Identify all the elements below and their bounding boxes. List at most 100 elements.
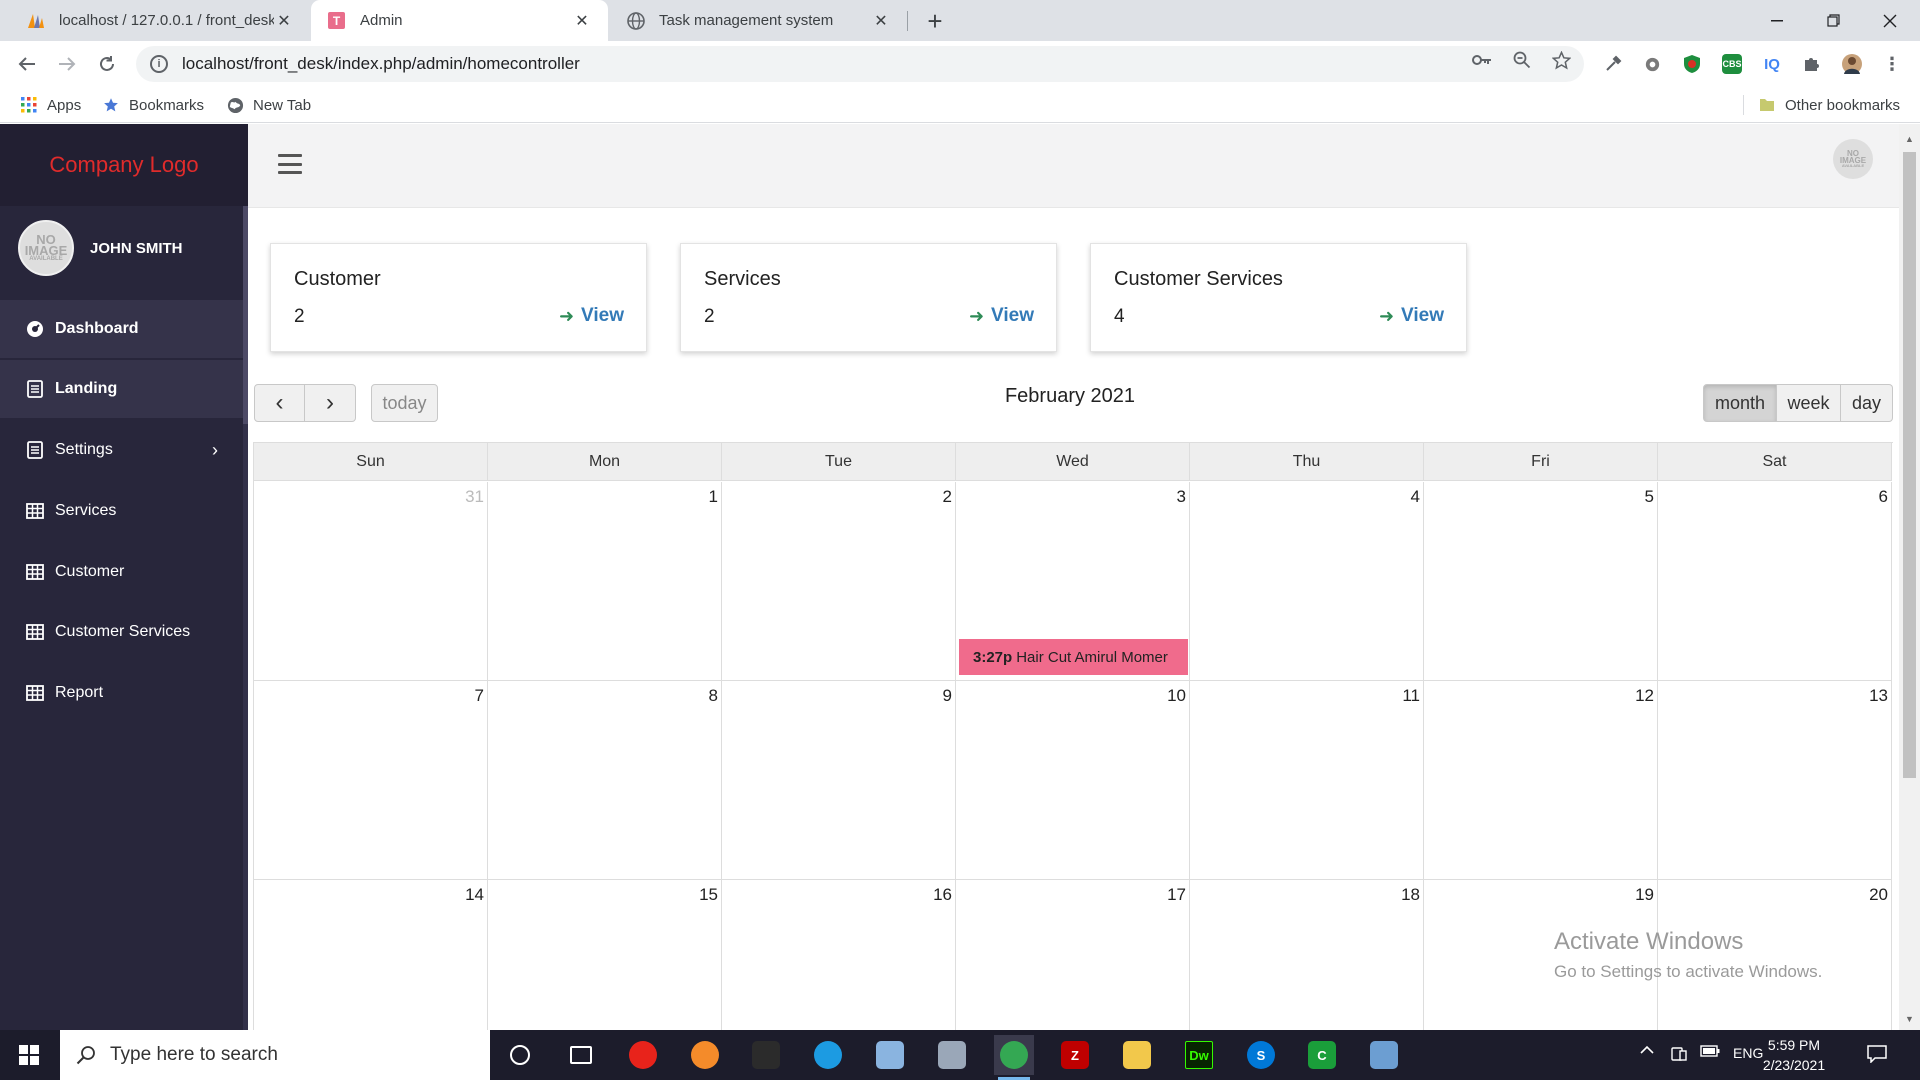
tab-close-icon[interactable]: ✕ bbox=[274, 11, 294, 31]
scroll-up-icon[interactable]: ▲ bbox=[1903, 132, 1916, 146]
tab-close-icon[interactable]: ✕ bbox=[572, 11, 592, 31]
sidebar-item-customer[interactable]: Customer bbox=[0, 543, 248, 601]
calendar-prev-button[interactable]: ‹ bbox=[254, 384, 305, 422]
sidebar-item-dashboard[interactable]: Dashboard bbox=[0, 300, 248, 358]
cbs-extension-icon[interactable]: CBS bbox=[1722, 54, 1742, 74]
key-icon[interactable] bbox=[1472, 50, 1492, 70]
calendar-title: February 2021 bbox=[1004, 385, 1136, 407]
calendar-day-cell[interactable]: 17 bbox=[956, 880, 1190, 1030]
page-scrollbar-thumb[interactable] bbox=[1903, 152, 1916, 778]
calendar-day-cell[interactable]: 2 bbox=[722, 482, 956, 681]
tab-task-management[interactable]: Task management system ✕ bbox=[610, 0, 907, 41]
profile-avatar-icon[interactable] bbox=[1842, 54, 1862, 74]
taskbar-search-box[interactable]: Type here to search bbox=[60, 1030, 490, 1080]
calendar-day-cell[interactable]: 16 bbox=[722, 880, 956, 1030]
restore-button[interactable] bbox=[1805, 0, 1861, 41]
scroll-down-icon[interactable]: ▼ bbox=[1903, 1012, 1916, 1026]
sidebar-item-settings[interactable]: Settings › bbox=[0, 421, 248, 479]
calendar-day-cell[interactable]: 31 bbox=[254, 482, 488, 681]
hamburger-menu-icon[interactable] bbox=[278, 154, 302, 174]
calendar-day-cell[interactable]: 7 bbox=[254, 681, 488, 880]
network-icon[interactable] bbox=[1670, 1045, 1688, 1063]
globe-icon bbox=[226, 96, 244, 114]
shield-extension-icon[interactable] bbox=[1682, 54, 1702, 74]
battery-icon[interactable] bbox=[1700, 1045, 1720, 1057]
taskbar-app[interactable] bbox=[994, 1035, 1034, 1080]
site-info-icon[interactable]: i bbox=[150, 55, 168, 73]
calendar-day-cell[interactable]: 5 bbox=[1424, 482, 1658, 681]
notifications-icon[interactable] bbox=[1867, 1045, 1887, 1063]
sidebar-item-report[interactable]: Report bbox=[0, 664, 248, 722]
taskbar-app[interactable] bbox=[500, 1035, 540, 1075]
extensions-puzzle-icon[interactable] bbox=[1802, 54, 1822, 74]
clock-time: 5:59 PM bbox=[1767, 1037, 1821, 1053]
bookmark-star-icon[interactable] bbox=[1551, 50, 1571, 70]
grid-icon bbox=[26, 563, 44, 581]
bookmark-other-bookmarks[interactable]: Other bookmarks bbox=[1758, 95, 1900, 115]
calendar-day-cell[interactable]: 14 bbox=[254, 880, 488, 1030]
sidebar-item-landing[interactable]: Landing bbox=[0, 360, 248, 418]
calendar-day-cell[interactable]: 9 bbox=[722, 681, 956, 880]
calendar-day-header: Mon bbox=[488, 443, 722, 481]
taskbar-app[interactable] bbox=[1117, 1035, 1157, 1075]
zoom-out-icon[interactable] bbox=[1512, 50, 1532, 70]
calendar-day-cell[interactable]: 11 bbox=[1190, 681, 1424, 880]
taskbar-app[interactable]: Dw bbox=[1179, 1035, 1219, 1075]
settings-extension-icon[interactable] bbox=[1642, 54, 1662, 74]
calendar-today-button[interactable]: today bbox=[371, 384, 438, 422]
calendar-day-cell[interactable]: 10 bbox=[956, 681, 1190, 880]
taskbar-app[interactable]: S bbox=[1241, 1035, 1281, 1075]
taskbar-app[interactable] bbox=[561, 1035, 601, 1075]
calendar-day-cell[interactable]: 12 bbox=[1424, 681, 1658, 880]
calendar-view-week[interactable]: week bbox=[1777, 384, 1841, 422]
eyedropper-extension-icon[interactable] bbox=[1603, 54, 1623, 74]
calendar-day-cell[interactable]: 13 bbox=[1658, 681, 1892, 880]
bookmark-new-tab[interactable]: New Tab bbox=[226, 95, 311, 115]
taskbar-app[interactable] bbox=[870, 1035, 910, 1075]
show-hidden-icons[interactable] bbox=[1640, 1045, 1654, 1055]
calendar-day-cell[interactable]: 18 bbox=[1190, 880, 1424, 1030]
taskbar-app[interactable] bbox=[685, 1035, 725, 1075]
taskbar-app[interactable] bbox=[932, 1035, 972, 1075]
forward-button[interactable] bbox=[52, 49, 82, 79]
tab-close-icon[interactable]: ✕ bbox=[871, 11, 891, 31]
taskbar-app[interactable]: C bbox=[1302, 1035, 1342, 1075]
card-view-link[interactable]: ➜ View bbox=[969, 305, 1034, 327]
minimize-button[interactable] bbox=[1749, 0, 1805, 41]
card-view-link[interactable]: ➜ View bbox=[559, 305, 624, 327]
calendar-view-day[interactable]: day bbox=[1841, 384, 1893, 422]
calendar-day-cell[interactable]: 1 bbox=[488, 482, 722, 681]
sidebar-scrollbar-thumb[interactable] bbox=[243, 206, 248, 424]
calendar-day-cell[interactable]: 6 bbox=[1658, 482, 1892, 681]
tab-phpmyadmin[interactable]: localhost / 127.0.0.1 / front_desk ✕ bbox=[10, 0, 310, 41]
calendar-event[interactable]: 3:27p Hair Cut Amirul Momer bbox=[959, 639, 1188, 675]
windows-start-button[interactable] bbox=[0, 1030, 58, 1080]
taskbar-app[interactable] bbox=[1364, 1035, 1404, 1075]
reload-button[interactable] bbox=[92, 49, 122, 79]
bookmark-bookmarks[interactable]: Bookmarks bbox=[102, 95, 204, 115]
taskbar-app[interactable] bbox=[746, 1035, 786, 1075]
calendar-view-month[interactable]: month bbox=[1703, 384, 1777, 422]
card-view-link[interactable]: ➜ View bbox=[1379, 305, 1444, 327]
header-avatar[interactable]: NO IMAGE AVAILABLE bbox=[1833, 139, 1873, 179]
calendar-day-cell[interactable]: 4 bbox=[1190, 482, 1424, 681]
back-button[interactable] bbox=[12, 49, 42, 79]
taskbar-clock[interactable]: 5:59 PM 2/23/2021 bbox=[1754, 1035, 1834, 1075]
taskbar-app[interactable] bbox=[623, 1035, 663, 1075]
calendar-next-button[interactable]: › bbox=[305, 384, 356, 422]
notepad-icon bbox=[876, 1041, 904, 1069]
browser-menu-icon[interactable]: ⋮ bbox=[1882, 54, 1902, 74]
sidebar-item-customer-services[interactable]: Customer Services bbox=[0, 603, 248, 661]
bookmark-apps[interactable]: Apps bbox=[20, 95, 81, 115]
calendar-day-cell[interactable]: 8 bbox=[488, 681, 722, 880]
taskbar-app[interactable] bbox=[808, 1035, 848, 1075]
address-bar[interactable]: i localhost/front_desk/index.php/admin/h… bbox=[136, 46, 1584, 82]
calendar-day-cell[interactable]: 15 bbox=[488, 880, 722, 1030]
close-window-button[interactable] bbox=[1862, 0, 1918, 41]
tab-admin[interactable]: T Admin ✕ bbox=[311, 0, 608, 41]
taskbar-app[interactable]: Z bbox=[1055, 1035, 1095, 1075]
company-logo[interactable]: Company Logo bbox=[0, 124, 248, 206]
iq-extension-icon[interactable]: IQ bbox=[1762, 54, 1782, 74]
sidebar-item-services[interactable]: Services bbox=[0, 482, 248, 540]
new-tab-button[interactable]: + bbox=[921, 6, 949, 36]
